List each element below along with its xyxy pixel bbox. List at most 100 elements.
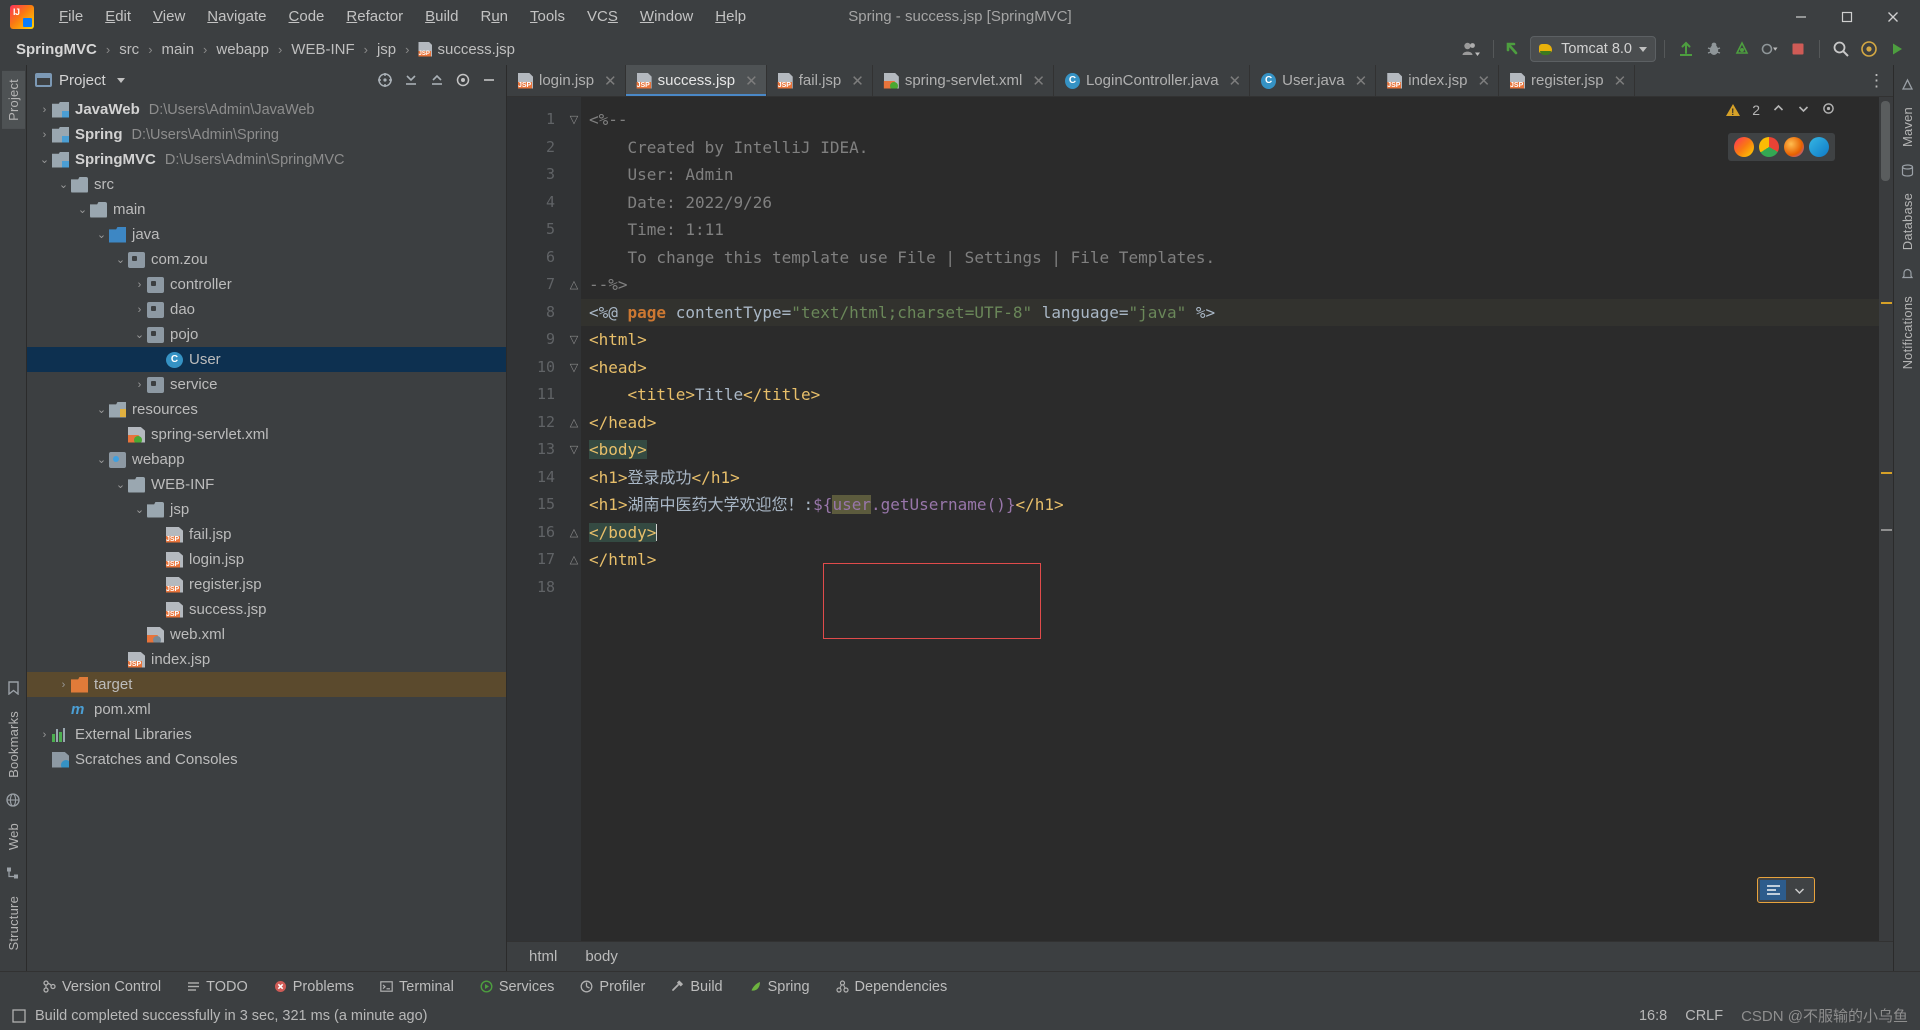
chevron-right-icon[interactable]: ›: [132, 279, 147, 291]
line-number[interactable]: 15: [507, 491, 567, 519]
chevron-down-icon[interactable]: ⌄: [94, 403, 109, 416]
close-tab-icon[interactable]: ✕: [1477, 72, 1490, 90]
chevron-down-icon[interactable]: ⌄: [132, 503, 147, 516]
prev-problem-icon[interactable]: [1772, 102, 1785, 118]
breadcrumb-item-src[interactable]: src: [117, 41, 141, 58]
line-number[interactable]: 8: [507, 299, 567, 327]
bottom-tool-profiler[interactable]: Profiler: [567, 974, 658, 1000]
tree-node-fail-jsp[interactable]: fail.jsp: [27, 522, 506, 547]
bottom-tool-todo[interactable]: TODO: [174, 974, 261, 1000]
tree-node-dao[interactable]: › dao: [27, 297, 506, 322]
firefox-browser-icon[interactable]: [1784, 137, 1804, 157]
menu-run[interactable]: Run: [469, 4, 519, 30]
bottom-tool-dependencies[interactable]: Dependencies: [823, 974, 961, 1000]
fold-marker[interactable]: ▽: [567, 326, 581, 354]
bookmarks-icon[interactable]: [3, 678, 23, 698]
chevron-down-icon[interactable]: ⌄: [113, 253, 128, 266]
tree-node-controller[interactable]: › controller: [27, 272, 506, 297]
editor-tab-spring-servlet-xml[interactable]: spring-servlet.xml ✕: [873, 65, 1054, 96]
editor-tab-user-java[interactable]: C User.java ✕: [1250, 65, 1377, 96]
bottom-tool-version-control[interactable]: Version Control: [30, 974, 174, 1000]
menu-file[interactable]: File: [48, 4, 94, 30]
tree-node-web-xml[interactable]: web.xml: [27, 622, 506, 647]
fold-marker[interactable]: ▽: [567, 106, 581, 134]
cursor-position[interactable]: 16:8: [1639, 1008, 1667, 1024]
chevron-right-icon[interactable]: ›: [37, 129, 52, 141]
chevron-right-icon[interactable]: ›: [56, 679, 71, 691]
editor-tab-bar[interactable]: login.jsp✕success.jsp✕fail.jsp✕spring-se…: [507, 65, 1893, 97]
tree-node-pojo[interactable]: ⌄ pojo: [27, 322, 506, 347]
editor-scrollbar[interactable]: [1879, 97, 1893, 941]
editor-tab-login-jsp[interactable]: login.jsp ✕: [507, 65, 626, 96]
bottom-tool-problems[interactable]: Problems: [261, 974, 367, 1000]
fold-marker[interactable]: △: [567, 409, 581, 437]
sidebar-tab-bookmarks[interactable]: Bookmarks: [2, 703, 25, 786]
menu-code[interactable]: Code: [278, 4, 336, 30]
next-problem-icon[interactable]: [1797, 102, 1810, 118]
tree-node-spring-servlet-xml[interactable]: spring-servlet.xml: [27, 422, 506, 447]
fold-marker[interactable]: ▽: [567, 436, 581, 464]
tree-node-register-jsp[interactable]: register.jsp: [27, 572, 506, 597]
sidebar-tab-database[interactable]: Database: [1896, 185, 1919, 258]
tree-node-target[interactable]: › target: [27, 672, 506, 697]
line-number[interactable]: 18: [507, 574, 567, 602]
bottom-tool-build[interactable]: Build: [658, 974, 735, 1000]
menu-help[interactable]: Help: [704, 4, 757, 30]
inspections-settings-icon[interactable]: [1822, 102, 1835, 118]
chevron-down-icon[interactable]: [1786, 880, 1812, 900]
menu-bar[interactable]: File Edit View Navigate Code Refactor Bu…: [48, 4, 757, 30]
line-number[interactable]: 12: [507, 409, 567, 437]
close-tab-icon[interactable]: ✕: [1614, 72, 1627, 90]
line-number[interactable]: 16: [507, 519, 567, 547]
notifications-bell-icon[interactable]: [1897, 263, 1917, 283]
coverage-button[interactable]: [1729, 36, 1755, 62]
sidebar-tab-maven[interactable]: Maven: [1896, 99, 1919, 155]
breadcrumb-item-file[interactable]: success.jsp: [416, 41, 517, 58]
close-tab-icon[interactable]: ✕: [604, 72, 617, 90]
fold-marker[interactable]: △: [567, 546, 581, 574]
menu-build[interactable]: Build: [414, 4, 469, 30]
minimize-button[interactable]: [1778, 0, 1824, 33]
tree-node-user[interactable]: C User: [27, 347, 506, 372]
tree-node-index-jsp[interactable]: index.jsp: [27, 647, 506, 672]
line-number[interactable]: 17: [507, 546, 567, 574]
sidebar-tab-notifications[interactable]: Notifications: [1896, 288, 1919, 377]
deploy-button[interactable]: [1673, 36, 1699, 62]
tree-node-com-zou[interactable]: ⌄ com.zou: [27, 247, 506, 272]
line-number[interactable]: 3: [507, 161, 567, 189]
menu-vcs[interactable]: VCS: [576, 4, 629, 30]
open-in-browser-bar[interactable]: [1728, 133, 1835, 161]
menu-navigate[interactable]: Navigate: [196, 4, 277, 30]
maven-icon[interactable]: [1897, 74, 1917, 94]
chevron-right-icon[interactable]: ›: [37, 729, 52, 741]
close-tab-icon[interactable]: ✕: [745, 72, 758, 90]
marker-warning[interactable]: [1881, 302, 1892, 304]
tree-node-spring[interactable]: › Spring D:\Users\Admin\Spring: [27, 122, 506, 147]
marker-warning[interactable]: [1881, 472, 1892, 474]
bottom-tool-window-bar[interactable]: Version Control TODO Problems Terminal Servi…: [0, 971, 1920, 1001]
editor-breadcrumbs[interactable]: html body: [507, 941, 1893, 971]
stop-button[interactable]: [1785, 36, 1811, 62]
fold-marker[interactable]: ▽: [567, 354, 581, 382]
sidebar-tab-web[interactable]: Web: [2, 815, 25, 858]
expand-all-icon[interactable]: [400, 69, 422, 91]
breadcrumb-item-main[interactable]: main: [160, 41, 197, 58]
search-icon[interactable]: [1828, 36, 1854, 62]
edge-browser-icon[interactable]: [1809, 137, 1829, 157]
inspection-widget[interactable]: 2: [1726, 102, 1835, 118]
editor-tabs-more-icon[interactable]: ⋮: [1860, 65, 1893, 96]
more-run-options-button[interactable]: [1757, 36, 1783, 62]
chrome-browser-icon[interactable]: [1759, 137, 1779, 157]
chevron-down-icon[interactable]: ⌄: [113, 478, 128, 491]
breadcrumb-item-project[interactable]: SpringMVC: [14, 41, 99, 58]
editor-breadcrumb-html[interactable]: html: [515, 948, 571, 965]
settings-gear-icon[interactable]: [1856, 36, 1882, 62]
fold-marker[interactable]: △: [567, 271, 581, 299]
reformat-icon[interactable]: [1760, 880, 1786, 900]
editor-breadcrumb-body[interactable]: body: [571, 948, 632, 965]
menu-view[interactable]: View: [142, 4, 196, 30]
tree-node-src[interactable]: ⌄ src: [27, 172, 506, 197]
menu-window[interactable]: Window: [629, 4, 704, 30]
collapse-all-icon[interactable]: [426, 69, 448, 91]
menu-edit[interactable]: Edit: [94, 4, 142, 30]
